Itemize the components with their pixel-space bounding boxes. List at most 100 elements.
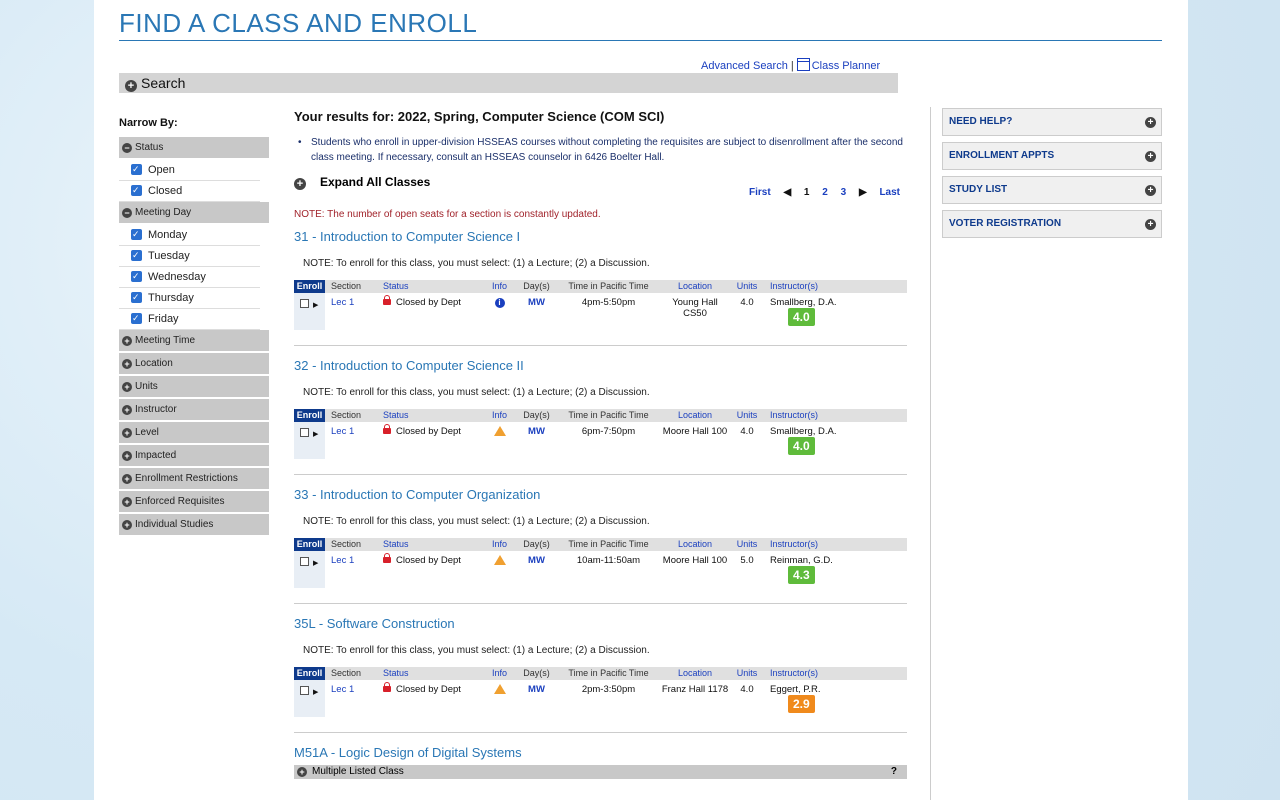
course-title[interactable]: 35L - Software Construction [294,616,907,631]
expand-triangle-icon[interactable]: ▶ [313,688,318,696]
col-info[interactable]: Info [483,409,516,422]
help-item-label: ENROLLMENT APPTS [949,150,1055,161]
course-title[interactable]: 33 - Introduction to Computer Organizati… [294,487,907,502]
col-location[interactable]: Location [660,409,730,422]
filter-option-friday[interactable]: Friday [119,308,260,330]
col-info[interactable]: Info [483,667,516,680]
col-instructor[interactable]: Instructor(s) [764,280,880,293]
col-units[interactable]: Units [730,538,764,551]
col-status[interactable]: Status [383,280,483,293]
filter-meeting-day-header[interactable]: − Meeting Day [119,202,269,223]
expand-triangle-icon[interactable]: ▶ [313,301,318,309]
calendar-icon [796,58,810,71]
rating-badge[interactable]: 4.0 [788,437,815,455]
status-text: Closed by Dept [396,426,461,437]
filter-impacted-header[interactable]: + Impacted [119,445,269,466]
info-cell[interactable]: i [483,293,516,330]
pager-page-2[interactable]: 2 [822,187,828,198]
filter-enforced-requisites-header[interactable]: + Enforced Requisites [119,491,269,512]
expand-triangle-icon[interactable]: ▶ [313,430,318,438]
filter-status-header[interactable]: − Status [119,137,269,158]
info-cell[interactable] [483,680,516,717]
search-toggle[interactable]: + Search [119,73,898,93]
enroll-checkbox[interactable] [300,299,309,308]
filter-units-header[interactable]: + Units [119,376,269,397]
col-units[interactable]: Units [730,280,764,293]
enroll-checkbox[interactable] [300,557,309,566]
need-help-item[interactable]: NEED HELP? + [942,108,1162,136]
pager-first[interactable]: First [749,187,771,198]
col-status[interactable]: Status [383,667,483,680]
study-list-item[interactable]: STUDY LIST + [942,176,1162,204]
filter-option-closed[interactable]: Closed [119,180,260,202]
info-cell[interactable] [483,422,516,459]
instructor-cell: Reinman, G.D. [770,555,833,566]
class-planner-link[interactable]: Class Planner [812,60,880,72]
warning-icon[interactable] [493,555,506,565]
status-text: Closed by Dept [396,684,461,695]
col-info[interactable]: Info [483,280,516,293]
filter-option-open[interactable]: Open [119,159,260,181]
checkbox-checked[interactable] [131,224,142,244]
filter-option-tuesday[interactable]: Tuesday [119,245,260,267]
next-arrow-icon[interactable]: ▶ [859,187,867,198]
rating-badge[interactable]: 2.9 [788,695,815,713]
filter-meeting-time-header[interactable]: + Meeting Time [119,330,269,351]
course-title[interactable]: 32 - Introduction to Computer Science II [294,358,907,373]
checkbox-checked[interactable] [131,159,142,179]
option-label: Open [148,164,175,176]
advanced-search-link[interactable]: Advanced Search [701,60,788,72]
course-title[interactable]: M51A - Logic Design of Digital Systems [294,745,907,760]
section-link[interactable]: Lec 1 [325,422,383,459]
filter-instructor-header[interactable]: + Instructor [119,399,269,420]
col-location[interactable]: Location [660,667,730,680]
col-instructor[interactable]: Instructor(s) [764,667,880,680]
section-table: Enroll Section Status Info Day(s) Time in Pac… [294,409,907,459]
rating-badge[interactable]: 4.0 [788,308,815,326]
col-instructor[interactable]: Instructor(s) [764,409,880,422]
course-title[interactable]: 31 - Introduction to Computer Science I [294,229,907,244]
col-units[interactable]: Units [730,409,764,422]
enroll-checkbox[interactable] [300,686,309,695]
filter-option-monday[interactable]: Monday [119,224,260,246]
checkbox-checked[interactable] [131,180,142,200]
checkbox-checked[interactable] [131,245,142,265]
pager-last[interactable]: Last [879,187,900,198]
filter-level-header[interactable]: + Level [119,422,269,443]
checkbox-checked[interactable] [131,308,142,328]
plus-icon[interactable]: + [294,178,306,190]
filter-sidebar: −Status Open Closed −Meeting Day Monday … [119,137,269,537]
filter-location-header[interactable]: + Location [119,353,269,374]
col-units[interactable]: Units [730,667,764,680]
info-icon[interactable]: i [494,298,505,308]
col-status[interactable]: Status [383,409,483,422]
filter-option-wednesday[interactable]: Wednesday [119,266,260,288]
multiple-listed-bar[interactable]: + Multiple Listed Class ? [294,765,907,779]
enroll-checkbox[interactable] [300,428,309,437]
expand-all-button[interactable]: Expand All Classes [320,175,430,189]
warning-icon[interactable] [493,426,506,436]
pager-page-1[interactable]: 1 [804,187,810,198]
section-link[interactable]: Lec 1 [325,551,383,588]
col-location[interactable]: Location [660,538,730,551]
filter-individual-studies-header[interactable]: + Individual Studies [119,514,269,535]
col-location[interactable]: Location [660,280,730,293]
filter-enrollment-restrictions-header[interactable]: + Enrollment Restrictions [119,468,269,489]
checkbox-checked[interactable] [131,287,142,307]
section-link[interactable]: Lec 1 [325,680,383,717]
voter-registration-item[interactable]: VOTER REGISTRATION + [942,210,1162,238]
filter-option-thursday[interactable]: Thursday [119,287,260,309]
rating-badge[interactable]: 4.3 [788,566,815,584]
pager-page-3[interactable]: 3 [841,187,847,198]
prev-arrow-icon[interactable]: ◀ [783,187,791,198]
col-instructor[interactable]: Instructor(s) [764,538,880,551]
section-link[interactable]: Lec 1 [325,293,383,330]
expand-triangle-icon[interactable]: ▶ [313,559,318,567]
enrollment-appts-item[interactable]: ENROLLMENT APPTS + [942,142,1162,170]
checkbox-checked[interactable] [131,266,142,286]
info-cell[interactable] [483,551,516,588]
col-status[interactable]: Status [383,538,483,551]
warning-icon[interactable] [493,684,506,694]
help-icon[interactable]: ? [891,765,897,779]
col-info[interactable]: Info [483,538,516,551]
